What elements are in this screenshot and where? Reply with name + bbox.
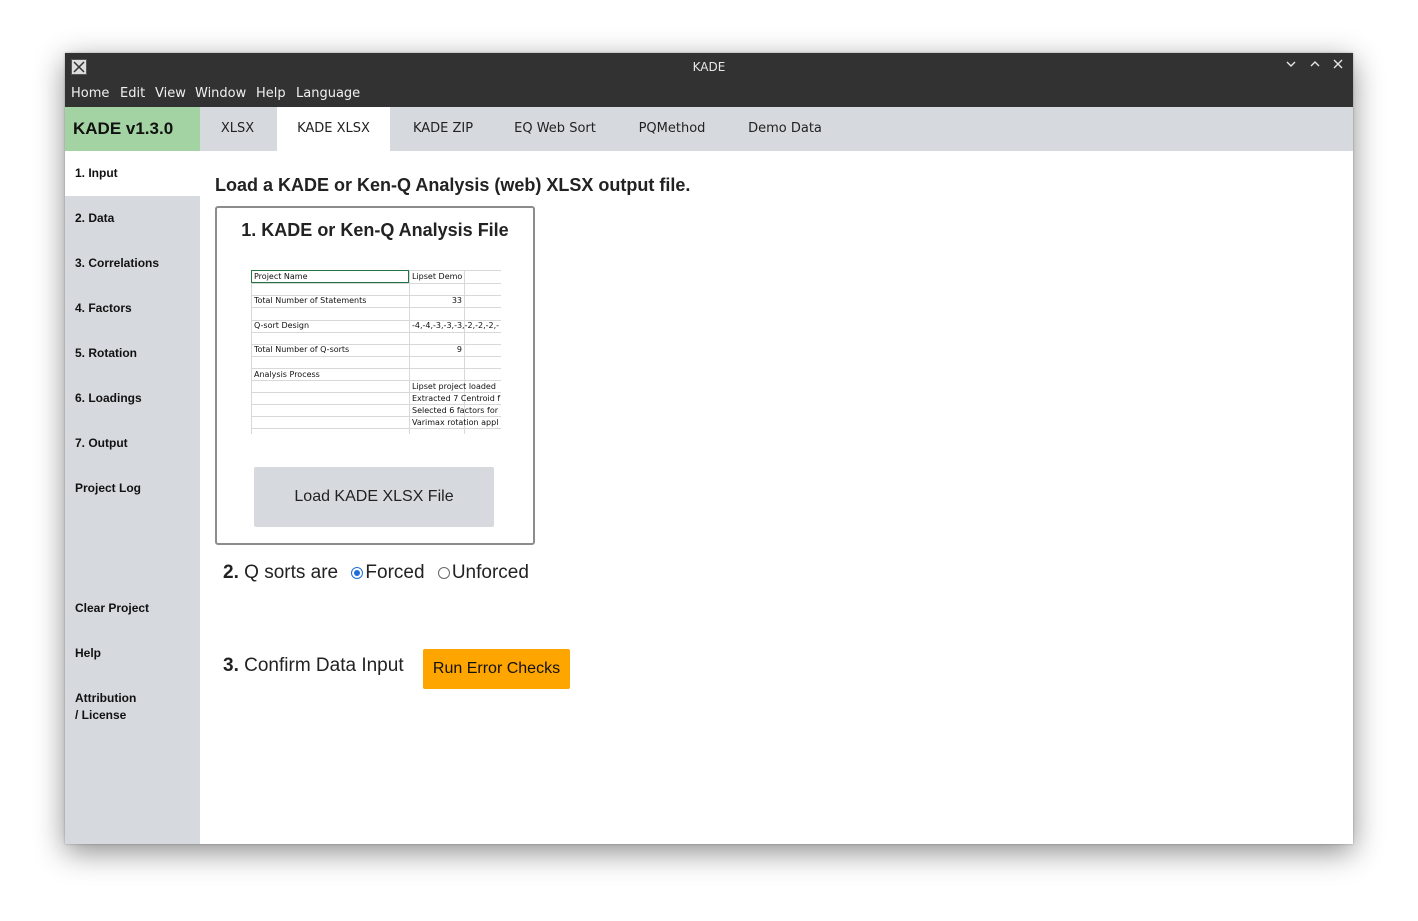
- preview-process-line: Varimax rotation appl: [412, 418, 499, 427]
- app-version-label: KADE v1.3.0: [65, 107, 200, 151]
- step-2-number: 2.: [223, 562, 239, 583]
- preview-label-project-name: Project Name: [254, 272, 308, 281]
- preview-value-project-name: Lipset Demo: [412, 272, 463, 281]
- card-title: 1. KADE or Ken-Q Analysis File: [241, 220, 509, 240]
- title-bar: KADE: [65, 53, 1353, 81]
- sidebar-item-factors[interactable]: 4. Factors: [65, 286, 200, 331]
- sidebar-item-loadings[interactable]: 6. Loadings: [65, 376, 200, 421]
- forced-radio-label[interactable]: Forced: [365, 562, 424, 583]
- window-title: KADE: [692, 60, 726, 74]
- sidebar-item-clear-project[interactable]: Clear Project: [65, 586, 200, 631]
- preview-process-line: Extracted 7 Centroid f: [412, 394, 501, 403]
- sidebar-item-attribution-license[interactable]: Attribution / License: [65, 676, 200, 736]
- preview-value-qsorts: 9: [456, 345, 462, 354]
- sidebar-item-correlations[interactable]: 3. Correlations: [65, 241, 200, 286]
- page-heading: Load a KADE or Ken-Q Analysis (web) XLSX…: [215, 175, 691, 195]
- maximize-icon[interactable]: [1307, 58, 1323, 74]
- tab-kade-zip[interactable]: KADE ZIP: [395, 107, 491, 151]
- preview-process-line: Selected 6 factors for: [412, 406, 499, 415]
- menu-view[interactable]: View: [155, 86, 186, 101]
- sidebar-item-rotation[interactable]: 5. Rotation: [65, 331, 200, 376]
- attribution-label: Attribution: [75, 691, 137, 705]
- close-icon[interactable]: [1330, 58, 1346, 74]
- step-3-number: 3.: [223, 655, 239, 676]
- minimize-icon[interactable]: [1283, 58, 1299, 74]
- sidebar-item-project-log[interactable]: Project Log: [65, 466, 200, 511]
- preview-label-statements: Total Number of Statements: [254, 296, 367, 305]
- tab-pqmethod[interactable]: PQMethod: [625, 107, 719, 151]
- sidebar-item-data[interactable]: 2. Data: [65, 196, 200, 241]
- menu-help[interactable]: Help: [256, 86, 286, 101]
- forced-sort-selector: 2. Q sorts are Forced Unforced: [223, 562, 529, 584]
- preview-label-qsort-design: Q-sort Design: [254, 321, 310, 330]
- license-label: / License: [75, 708, 127, 722]
- sidebar-item-help[interactable]: Help: [65, 631, 200, 676]
- preview-process-line: Lipset project loaded: [412, 382, 496, 391]
- preview-label-analysis-process: Analysis Process: [254, 370, 320, 379]
- sidebar-item-input[interactable]: 1. Input: [65, 151, 200, 196]
- menu-edit[interactable]: Edit: [120, 86, 145, 101]
- app-window: KADE Home Edit View Window Help Language…: [65, 53, 1353, 844]
- load-kade-xlsx-button[interactable]: Load KADE XLSX File: [254, 467, 494, 527]
- tab-kade-xlsx[interactable]: KADE XLSX: [277, 107, 390, 151]
- main-content: Load a KADE or Ken-Q Analysis (web) XLSX…: [200, 151, 1353, 844]
- step-3-label: Confirm Data Input: [244, 655, 404, 676]
- forced-radio[interactable]: [351, 567, 364, 579]
- sidebar-item-output[interactable]: 7. Output: [65, 421, 200, 466]
- tab-eq-web-sort[interactable]: EQ Web Sort: [500, 107, 610, 151]
- menu-bar: Home Edit View Window Help Language: [65, 81, 1353, 107]
- xlsx-preview-image: Project Name Lipset Demo Total Number of…: [251, 270, 501, 434]
- run-error-checks-button[interactable]: Run Error Checks: [423, 649, 570, 689]
- menu-home[interactable]: Home: [71, 86, 109, 101]
- preview-label-qsorts: Total Number of Q-sorts: [254, 345, 350, 354]
- preview-value-qsort-design: -4,-4,-3,-3,-3,-2,-2,-2,-: [412, 321, 500, 330]
- tab-demo-data[interactable]: Demo Data: [735, 107, 835, 151]
- unforced-radio[interactable]: [437, 567, 450, 579]
- menu-language[interactable]: Language: [296, 86, 360, 101]
- file-load-card: 1. KADE or Ken-Q Analysis File Project N…: [215, 206, 535, 545]
- tab-bar: KADE v1.3.0 XLSX KADE XLSX KADE ZIP EQ W…: [65, 107, 1353, 151]
- step-2-label: Q sorts are: [244, 562, 339, 583]
- confirm-data-input-row: 3. Confirm Data Input: [223, 655, 404, 677]
- preview-value-statements: 33: [451, 296, 462, 305]
- sidebar: 1. Input 2. Data 3. Correlations 4. Fact…: [65, 151, 200, 844]
- tab-xlsx[interactable]: XLSX: [200, 107, 275, 151]
- unforced-radio-label[interactable]: Unforced: [452, 562, 529, 583]
- menu-window[interactable]: Window: [195, 86, 246, 101]
